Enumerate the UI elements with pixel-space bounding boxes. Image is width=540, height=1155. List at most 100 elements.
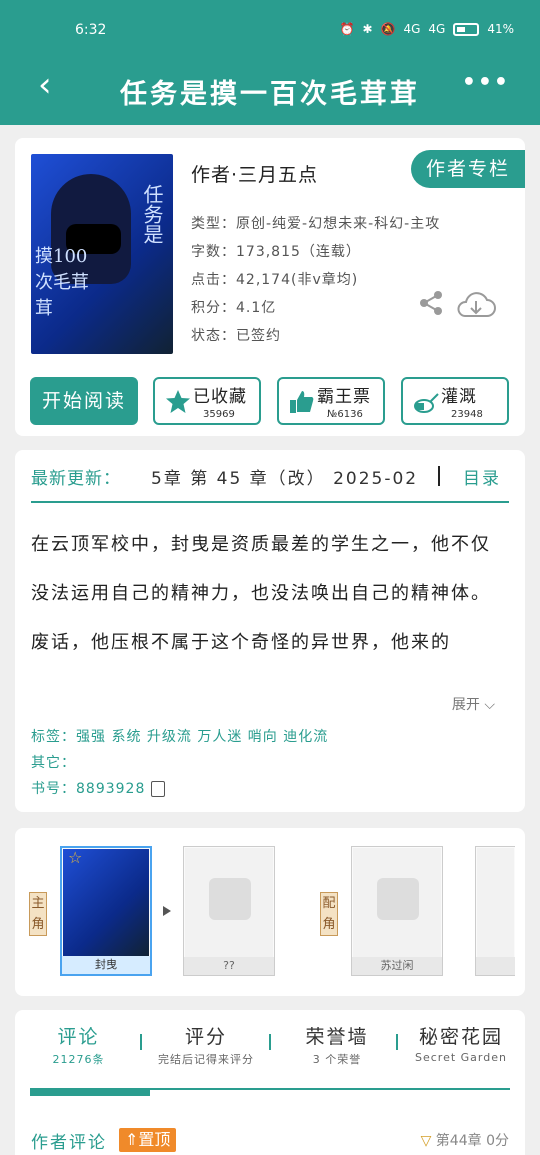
role-name: 苏过闲 [352,957,442,975]
ticket-button[interactable]: 霸王票 №6136 [277,377,385,425]
author-column-button[interactable]: 作者专栏 [411,150,525,188]
bluetooth-icon: ✱ [362,22,373,36]
roles-card: 主角 ☆ 封曳 ?? 配角 苏过闲 [15,828,525,996]
role-avatar [477,848,514,957]
support-role-tag: 配角 [320,892,338,936]
status-time: 6:32 [75,22,107,38]
pin-icon: ⇑ [125,1130,139,1149]
book-intro[interactable]: 在云顶军校中，封曳是资质最差的学生之一，他不仅没法运用自己的精神力，也没法唤出自… [31,520,509,700]
tab-title: 评论 [57,1026,100,1048]
pin-label: 置顶 [138,1130,171,1149]
tab-sub: 21276条 [52,1053,105,1066]
battery-level: 41% [487,22,514,36]
status-icons: ⏰ ✱ 🔕 4G 4G 41% [339,22,514,36]
star-icon [166,390,190,413]
intro-paragraph: 废话，他压根不属于这个奇怪的异世界，他来的 [31,632,451,653]
role-name: 封曳 [62,956,150,974]
more-icon[interactable]: ••• [462,70,510,95]
tab-separator [140,1034,142,1050]
other-label: 其它： [31,755,76,771]
tab-secret-garden[interactable]: 秘密花园 Secret Garden [403,1022,519,1064]
intro-paragraph: 在云顶军校中，封曳是资质最差的学生之一，他不仅没法运用自己的精神力，也没法唤出自… [31,534,491,604]
tab-sub: 3 个荣誉 [312,1053,362,1066]
app-header: 6:32 ⏰ ✱ 🔕 4G 4G 41% ‹ 任务是摸一百次毛茸茸 ••• [0,0,540,125]
book-status: 状态：已签约 [191,328,281,344]
comment-score: 0分 [486,1133,509,1149]
book-cover[interactable]: 任务是 摸100次毛茸茸 [31,154,173,354]
signal-icon: 4G [403,22,421,36]
book-no: 8893928 [76,781,146,797]
tab-rating[interactable]: 评分 完结后记得来评分 [145,1022,267,1067]
latest-chapter[interactable]: 5章 第 45 章（改） 2025-02 [151,464,436,489]
share-icon[interactable] [418,290,444,316]
tab-title: 秘密花园 [418,1026,503,1048]
role-avatar [353,848,441,957]
vip-icon: ▽ [420,1133,432,1149]
status-bar: 6:32 ⏰ ✱ 🔕 4G 4G 41% [0,20,540,44]
chevron-down-icon: ⌵ [484,697,495,713]
tab-sub: Secret Garden [415,1051,507,1064]
thumbs-up-icon [290,391,314,413]
star-icon: ☆ [68,848,83,867]
role-name [476,957,515,975]
divider [31,501,509,503]
expand-button[interactable]: 展开 ⌵ [452,694,495,714]
pin-badge: ⇑置顶 [119,1128,177,1152]
tags-section: 标签：强强 系统 升级流 万人迷 哨向 迪化流 其它： 书号：8893928 [31,724,328,802]
tab-sub: 完结后记得来评分 [158,1053,254,1066]
tab-honor-wall[interactable]: 荣誉墙 3 个荣誉 [277,1022,397,1067]
comment-chapter: 第44章 [435,1133,482,1149]
role-avatar [185,848,273,957]
cover-title-side: 摸100次毛茸茸 [35,246,89,319]
signal-icon: 4G [428,22,446,36]
book-points: 积分：4.1亿 [191,300,277,316]
latest-update-label: 最新更新： [31,469,121,489]
role-name: ?? [184,957,274,975]
watering-can-icon [414,393,439,413]
book-clicks: 点击：42,174(非v章均) [191,272,359,288]
tab-title: 荣誉墙 [305,1026,369,1048]
book-info-card: 任务是 摸100次毛茸茸 作者·三月五点 作者专栏 类型：原创-纯爱-幻想未来-… [15,138,525,436]
role-card-partial[interactable] [475,846,515,976]
nav-bar: ‹ 任务是摸一百次毛茸茸 ••• [0,62,540,114]
water-button[interactable]: 灌溉 23948 [401,377,509,425]
arrow-right-icon [163,906,171,916]
mute-icon: 🔕 [380,22,396,36]
tags-list[interactable]: 强强 系统 升级流 万人迷 哨向 迪化流 [76,729,328,745]
start-reading-button[interactable]: 开始阅读 [30,377,138,425]
author-name[interactable]: 作者·三月五点 [191,160,318,187]
collect-count: 35969 [203,409,235,420]
avatar-placeholder-icon [209,878,251,920]
main-role-tag: 主角 [29,892,47,936]
comment-chapter-info: ▽ 第44章 0分 [421,1130,509,1150]
water-count: 23948 [451,409,483,420]
avatar-placeholder-icon [377,878,419,920]
copy-icon[interactable] [151,781,166,797]
page-title: 任务是摸一百次毛茸茸 [120,79,420,110]
collect-button[interactable]: 已收藏 35969 [153,377,261,425]
download-icon[interactable] [455,290,497,320]
toc-link[interactable]: 目录 [463,464,501,489]
tab-comments[interactable]: 评论 21276条 [31,1022,126,1067]
alarm-icon: ⏰ [339,22,355,36]
tab-separator [269,1034,271,1050]
review-card: 评论 21276条 评分 完结后记得来评分 荣誉墙 3 个荣誉 秘密花园 Sec… [15,1010,525,1155]
tab-separator [396,1034,398,1050]
water-label: 灌溉 [441,387,477,407]
tab-active-indicator [30,1088,150,1096]
book-no-label: 书号： [31,781,76,797]
tab-title: 评分 [184,1026,227,1048]
expand-label: 展开 [451,697,480,713]
ticket-label: 霸王票 [317,387,371,407]
book-detail-card: 最新更新： 5章 第 45 章（改） 2025-02 目录 在云顶军校中，封曳是… [15,450,525,812]
text-cursor [438,466,440,486]
book-type: 类型：原创-纯爱-幻想未来-科幻-主攻 [191,216,441,232]
battery-icon [453,22,480,36]
book-words: 字数：173,815（连载） [191,244,361,260]
book-meta: 类型：原创-纯爱-幻想未来-科幻-主攻 字数：173,815（连载） 点击：42… [191,210,440,350]
role-card-unknown[interactable]: ?? [183,846,275,976]
role-card-support[interactable]: 苏过闲 [351,846,443,976]
ticket-count: №6136 [327,409,363,420]
cover-title-vertical: 任务是 [140,184,164,244]
role-card-main[interactable]: ☆ 封曳 [60,846,152,976]
